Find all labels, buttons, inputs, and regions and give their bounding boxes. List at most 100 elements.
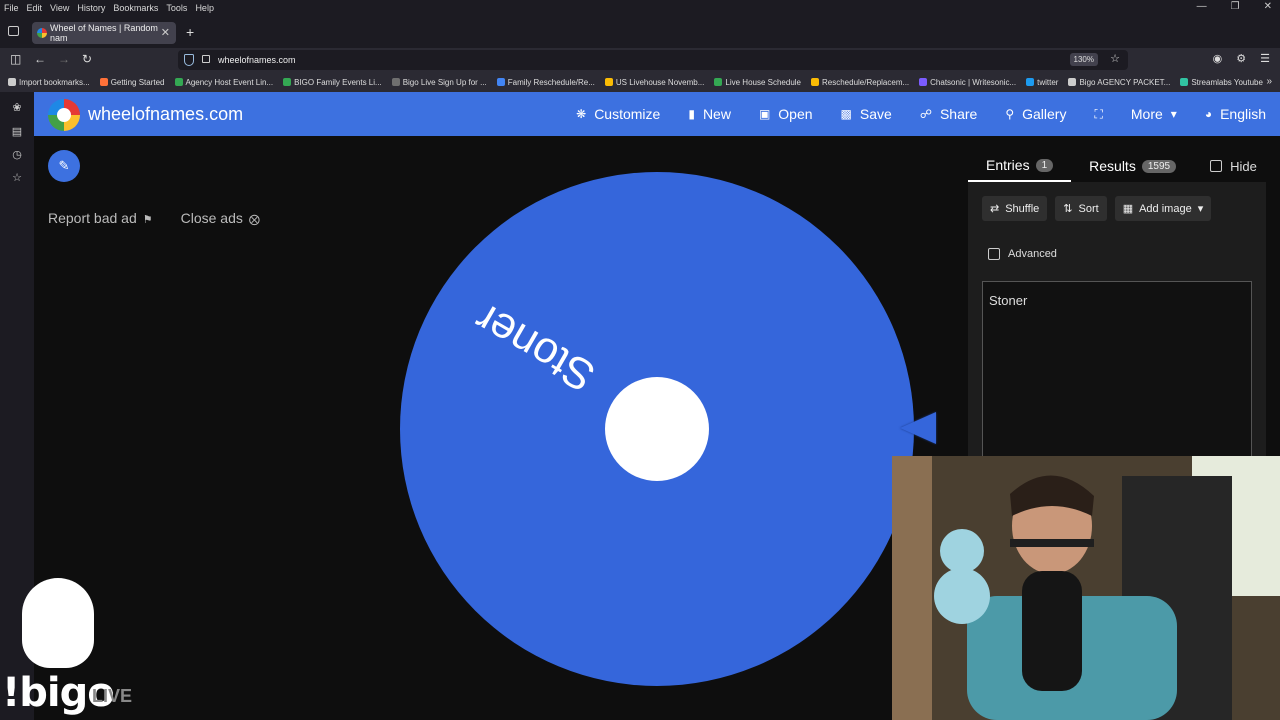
wheel-favicon-icon bbox=[37, 28, 47, 38]
save-icon: ▩ bbox=[840, 107, 852, 121]
bookmark-item[interactable]: Reschedule/Replacem... bbox=[811, 78, 909, 87]
close-ads-link[interactable]: Close ads ⨂ bbox=[181, 210, 260, 226]
bookmark-label: Getting Started bbox=[110, 77, 165, 87]
panel-tabs: Entries 1 Results 1595 Hide bbox=[968, 150, 1266, 182]
bookmark-favicon-icon bbox=[8, 78, 16, 86]
bookmark-item[interactable]: US Livehouse Novemb... bbox=[604, 78, 704, 87]
advanced-checkbox-box[interactable] bbox=[988, 248, 1000, 260]
account-icon[interactable]: ◉ bbox=[1213, 52, 1223, 65]
customize-button[interactable]: ❋ Customize bbox=[562, 106, 674, 122]
synced-tabs-icon[interactable]: ▤ bbox=[11, 126, 23, 138]
bookmark-favicon-icon bbox=[811, 78, 819, 86]
webcam-overlay bbox=[892, 456, 1280, 720]
tab-results[interactable]: Results 1595 bbox=[1071, 150, 1194, 182]
language-label: English bbox=[1220, 106, 1266, 122]
open-button[interactable]: ▣ Open bbox=[745, 106, 827, 122]
add-image-button[interactable]: ▦ Add image ▾ bbox=[1114, 196, 1212, 221]
search-icon: ⚲ bbox=[1005, 107, 1015, 121]
report-bad-ad-link[interactable]: Report bad ad ⚑ bbox=[48, 210, 153, 226]
new-tab-icon[interactable]: + bbox=[186, 24, 194, 40]
edit-button[interactable]: ✎ bbox=[48, 150, 80, 182]
sidebar-toggle-icon[interactable]: ◫ bbox=[10, 52, 21, 66]
tab-list-icon[interactable] bbox=[8, 26, 19, 36]
tab-bar: Wheel of Names | Random nam ✕ + bbox=[0, 16, 1280, 48]
results-count-badge: 1595 bbox=[1141, 159, 1177, 173]
more-label: More bbox=[1130, 106, 1163, 122]
bookmark-favicon-icon bbox=[1068, 78, 1077, 86]
palette-icon: ❋ bbox=[576, 107, 587, 121]
bookmark-item[interactable]: Chatsonic | Writesonic... bbox=[919, 78, 1016, 87]
menu-edit[interactable]: Edit bbox=[27, 3, 43, 13]
bookmark-item[interactable]: Streamlabs Youtube bbox=[1180, 78, 1263, 87]
bookmark-label: BIGO Family Events Li... bbox=[294, 77, 382, 87]
menu-tools[interactable]: Tools bbox=[166, 3, 187, 13]
bookmark-item[interactable]: Agency Host Event Lin... bbox=[174, 78, 273, 87]
tab-wheel-of-names[interactable]: Wheel of Names | Random nam ✕ bbox=[32, 22, 176, 44]
new-button[interactable]: ▮ New bbox=[674, 106, 745, 122]
back-icon[interactable]: ← bbox=[34, 52, 46, 66]
entries-textarea[interactable]: Stoner bbox=[982, 281, 1252, 481]
bookmark-item[interactable]: Live House Schedule bbox=[714, 78, 801, 87]
results-tab-label: Results bbox=[1089, 158, 1136, 174]
bookmarks-overflow-icon[interactable]: » bbox=[1266, 76, 1272, 87]
bookmark-item[interactable]: BIGO Family Events Li... bbox=[283, 78, 382, 87]
globe-icon: ◕ bbox=[1204, 107, 1213, 121]
new-label: New bbox=[702, 106, 731, 122]
bookmark-favicon-icon bbox=[174, 78, 183, 86]
add-image-label: Add image bbox=[1139, 202, 1192, 215]
wheel[interactable]: Stoner bbox=[400, 172, 914, 686]
shuffle-button[interactable]: ⇄ Shuffle bbox=[982, 196, 1048, 221]
menu-view[interactable]: View bbox=[50, 3, 69, 13]
bookmarks-icon[interactable]: ☆ bbox=[11, 172, 23, 184]
language-button[interactable]: ◕ English bbox=[1191, 106, 1280, 122]
sort-icon: ⇅ bbox=[1063, 203, 1073, 215]
lock-icon[interactable] bbox=[202, 55, 210, 63]
share-button[interactable]: ☍ Share bbox=[906, 106, 992, 122]
wheel-hub[interactable] bbox=[605, 377, 709, 481]
restore-icon[interactable]: ❐ bbox=[1231, 1, 1240, 12]
bookmark-star-icon[interactable]: ☆ bbox=[1110, 52, 1120, 65]
history-icon[interactable]: ◷ bbox=[11, 149, 23, 161]
chevron-down-icon: ▾ bbox=[1197, 203, 1204, 215]
close-tab-icon[interactable]: ✕ bbox=[161, 26, 170, 39]
brand-name[interactable]: wheelofnames.com bbox=[88, 104, 243, 125]
bookmark-item[interactable]: Family Reschedule/Re... bbox=[496, 78, 595, 87]
zoom-level[interactable]: 130% bbox=[1069, 53, 1098, 66]
minimize-icon[interactable]: — bbox=[1197, 1, 1207, 12]
ai-chat-icon[interactable]: ❀ bbox=[11, 102, 23, 114]
url-text[interactable]: wheelofnames.com bbox=[218, 55, 296, 65]
tab-title: Wheel of Names | Random nam bbox=[50, 23, 158, 43]
bookmark-item[interactable]: Import bookmarks... bbox=[8, 78, 90, 87]
tab-entries[interactable]: Entries 1 bbox=[968, 150, 1072, 182]
bookmark-item[interactable]: Bigo AGENCY PACKET... bbox=[1068, 78, 1170, 87]
sort-button[interactable]: ⇅ Sort bbox=[1055, 196, 1107, 221]
menu-file[interactable]: File bbox=[4, 3, 19, 13]
hide-checkbox[interactable]: Hide bbox=[1210, 159, 1257, 174]
hide-checkbox-box[interactable] bbox=[1210, 160, 1223, 172]
bookmark-item[interactable]: twitter bbox=[1026, 78, 1058, 87]
sort-label: Sort bbox=[1078, 202, 1099, 215]
more-button[interactable]: More ▾ bbox=[1117, 106, 1191, 122]
close-window-icon[interactable]: ✕ bbox=[1264, 1, 1272, 12]
extensions-icon[interactable]: ⚙ bbox=[1236, 52, 1246, 65]
gallery-button[interactable]: ⚲ Gallery bbox=[991, 106, 1080, 122]
advanced-checkbox[interactable]: Advanced bbox=[988, 248, 1057, 260]
wheel-logo-icon[interactable] bbox=[48, 99, 80, 131]
flag-icon: ⚑ bbox=[142, 214, 153, 226]
menu-bookmarks[interactable]: Bookmarks bbox=[113, 3, 158, 13]
share-icon: ☍ bbox=[919, 107, 932, 121]
menu-help[interactable]: Help bbox=[195, 3, 214, 13]
wheel-container: Stoner bbox=[400, 172, 914, 686]
bookmark-item[interactable]: Getting Started bbox=[99, 77, 165, 87]
save-button[interactable]: ▩ Save bbox=[827, 106, 906, 122]
bookmark-favicon-icon bbox=[714, 78, 723, 86]
bookmark-favicon-icon bbox=[604, 78, 613, 86]
hamburger-menu-icon[interactable]: ☰ bbox=[1260, 52, 1270, 65]
menu-history[interactable]: History bbox=[77, 3, 105, 13]
bookmark-item[interactable]: Bigo Live Sign Up for ... bbox=[391, 78, 487, 87]
reload-icon[interactable]: ↻ bbox=[82, 52, 92, 66]
url-bar[interactable]: wheelofnames.com 130% ☆ bbox=[178, 50, 1128, 70]
forward-icon[interactable]: → bbox=[58, 52, 70, 66]
shield-icon[interactable] bbox=[184, 54, 194, 66]
fullscreen-button[interactable]: ⛶ bbox=[1080, 107, 1116, 122]
